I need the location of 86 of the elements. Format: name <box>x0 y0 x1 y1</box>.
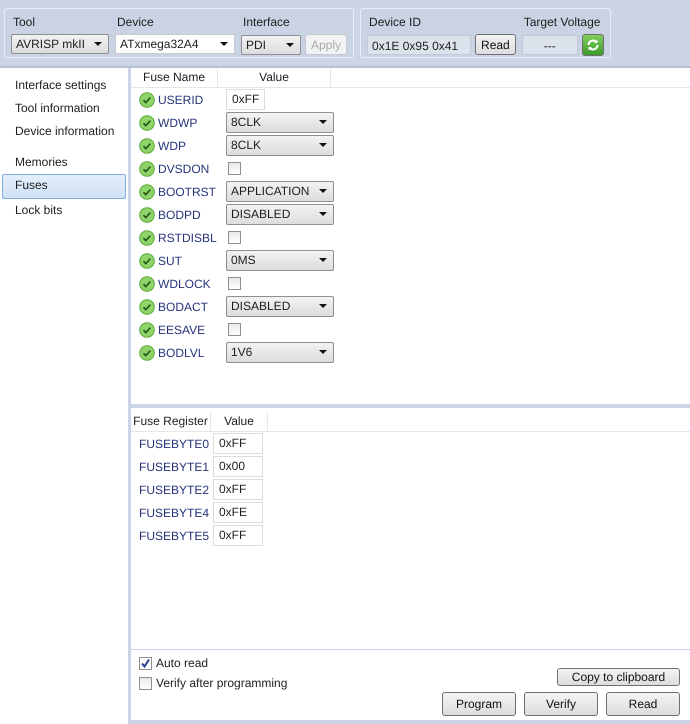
dropdown-arrow-icon <box>319 258 327 262</box>
check-icon <box>139 160 155 176</box>
copy-to-clipboard-button[interactable]: Copy to clipboard <box>557 668 680 686</box>
action-button[interactable]: Read <box>606 692 680 716</box>
register-value-field[interactable]: 0xFF <box>213 479 263 500</box>
value-field[interactable]: 0xFF <box>226 89 266 110</box>
fuse-name: SUT <box>158 254 183 268</box>
column-header: Value <box>218 68 331 87</box>
fuse-name: BODPD <box>158 208 202 222</box>
fuse-name: WDWP <box>158 116 198 130</box>
device-label: Device <box>116 15 155 29</box>
check-icon <box>139 276 155 292</box>
dropdown-arrow-icon <box>286 42 294 46</box>
column-header: Value <box>211 412 268 431</box>
register-name: FUSEBYTE1 <box>139 460 210 474</box>
refresh-button[interactable] <box>582 34 604 56</box>
value-dropdown[interactable]: 0MS <box>226 250 334 271</box>
sidebar-item[interactable]: Device information <box>2 120 126 143</box>
value-dropdown[interactable]: DISABLED <box>226 296 334 317</box>
target-voltage-label: Target Voltage <box>522 15 602 29</box>
value-dropdown[interactable]: 1V6 <box>226 342 334 363</box>
sidebar-item[interactable]: Lock bits <box>2 199 126 222</box>
dropdown-arrow-icon <box>220 42 228 46</box>
register-value-field[interactable]: 0xFF <box>213 433 263 454</box>
interface-label: Interface <box>242 15 291 29</box>
device-id-field: 0x1E 0x95 0x41 <box>367 34 472 54</box>
fuse-checkbox[interactable] <box>228 162 241 175</box>
dropdown-arrow-icon <box>319 143 327 147</box>
dropdown-arrow-icon <box>319 189 327 193</box>
fuse-name: BODACT <box>158 300 210 314</box>
device-dropdown[interactable]: ATxmega32A4 <box>115 34 235 54</box>
register-name: FUSEBYTE5 <box>139 528 210 542</box>
dropdown-arrow-icon <box>319 212 327 216</box>
sidebar-item[interactable]: Fuses <box>2 174 126 199</box>
fuse-name: WDP <box>158 138 187 152</box>
interface-dropdown[interactable]: PDI <box>241 34 301 54</box>
check-icon <box>139 92 155 108</box>
fuse-checkbox[interactable] <box>228 323 241 336</box>
tool-label: Tool <box>12 15 36 29</box>
fuse-name: BOOTRST <box>158 184 218 198</box>
check-icon <box>139 298 155 314</box>
option-checkbox[interactable]: Auto read <box>139 656 288 670</box>
register-value-field[interactable]: 0xFE <box>213 502 263 523</box>
check-icon <box>139 206 155 222</box>
sidebar-item[interactable]: Interface settings <box>2 74 126 97</box>
fuse-checkbox[interactable] <box>228 231 241 244</box>
fuse-checkbox[interactable] <box>228 277 241 290</box>
option-checkbox[interactable]: Verify after programming <box>139 676 288 690</box>
register-name: FUSEBYTE0 <box>139 436 210 450</box>
fuse-name: BODLVL <box>158 346 206 360</box>
fuse-name: DVSDON <box>158 162 210 176</box>
value-dropdown[interactable]: 8CLK <box>226 112 334 133</box>
refresh-icon <box>586 38 600 52</box>
check-icon <box>139 138 155 154</box>
register-value-field[interactable]: 0x00 <box>213 456 263 477</box>
value-dropdown[interactable]: DISABLED <box>226 204 334 225</box>
check-icon <box>139 344 155 360</box>
check-icon <box>139 252 155 268</box>
fuse-name: WDLOCK <box>158 276 212 290</box>
action-button[interactable]: Program <box>442 692 516 716</box>
read-button[interactable]: Read <box>475 34 516 55</box>
action-button[interactable]: Verify <box>524 692 598 716</box>
check-icon <box>139 114 155 130</box>
sidebar-item[interactable]: Tool information <box>2 97 126 120</box>
check-icon <box>139 184 155 200</box>
dropdown-arrow-icon <box>319 120 327 124</box>
value-dropdown[interactable]: APPLICATION <box>226 181 334 202</box>
register-name: FUSEBYTE4 <box>139 506 210 520</box>
value-dropdown[interactable]: 8CLK <box>226 135 334 156</box>
dropdown-arrow-icon <box>319 350 327 354</box>
column-header: Fuse Name <box>131 68 218 87</box>
check-icon <box>139 230 155 246</box>
dropdown-arrow-icon <box>319 304 327 308</box>
register-name: FUSEBYTE2 <box>139 482 210 496</box>
register-value-field[interactable]: 0xFF <box>213 525 263 546</box>
checkmark-icon <box>140 658 151 668</box>
column-header: Fuse Register <box>131 412 211 431</box>
tool-dropdown[interactable]: AVRISP mkII <box>11 34 109 54</box>
fuse-name: EESAVE <box>158 322 206 336</box>
check-icon <box>139 322 155 338</box>
fuse-name: USERID <box>158 92 204 106</box>
fuse-name: RSTDISBL <box>158 230 218 244</box>
device-id-label: Device ID <box>368 15 422 29</box>
dropdown-arrow-icon <box>94 42 102 46</box>
sidebar-item[interactable]: Memories <box>2 151 126 174</box>
voltage-field: --- <box>522 35 578 55</box>
